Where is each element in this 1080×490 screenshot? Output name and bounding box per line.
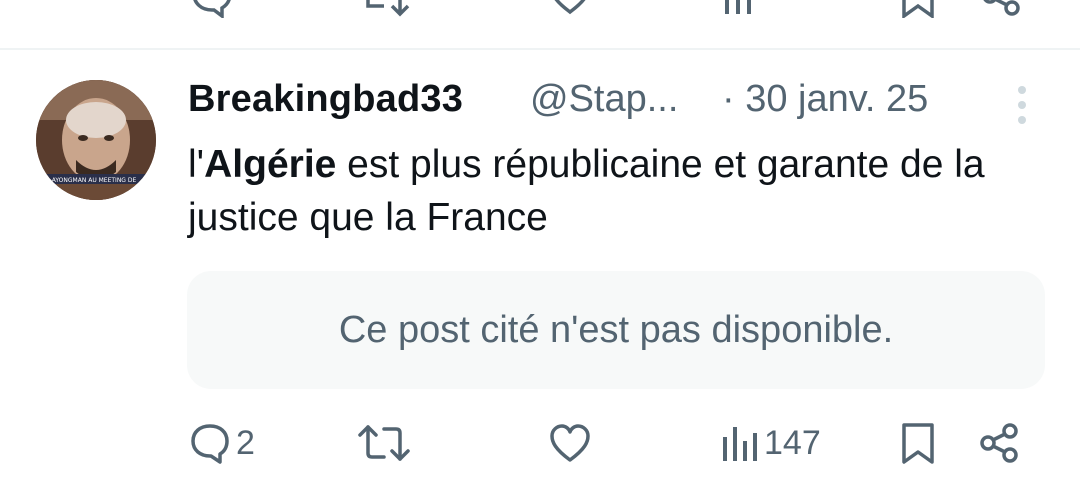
heart-icon[interactable] (548, 0, 592, 18)
previous-tweet-actions: 13 (0, 0, 1080, 18)
author-handle[interactable]: @Stap... (530, 78, 678, 121)
svg-text:E À AYONGMAN AU MEETING DE: E À AYONGMAN AU MEETING DE (40, 177, 136, 184)
previous-views-count: 13 (768, 0, 806, 7)
author-name[interactable]: Breakingbad33 (188, 78, 463, 121)
tweet-actions: 2 147 (0, 418, 1080, 468)
tweet-text-bold: Algérie (204, 143, 337, 186)
views-count: 147 (764, 423, 821, 462)
bookmark-icon (902, 423, 934, 464)
views-button[interactable]: 147 (720, 418, 821, 468)
share-icon (980, 423, 1018, 463)
bar-chart-icon (723, 427, 757, 461)
tweet-text-prefix: l' (188, 143, 205, 186)
comment-bubble-icon (191, 424, 229, 464)
share-icon[interactable] (980, 0, 1024, 18)
comment-bubble-icon[interactable] (190, 0, 234, 18)
reply-button[interactable]: 2 (188, 418, 255, 468)
repost-icon (358, 425, 410, 461)
quote-unavailable-box: Ce post cité n'est pas disponible. (187, 271, 1045, 389)
repost-icon[interactable] (356, 0, 412, 18)
reply-count: 2 (236, 423, 255, 462)
share-button[interactable] (978, 418, 1022, 468)
bar-chart-icon[interactable] (722, 0, 762, 18)
bookmark-button[interactable] (898, 418, 938, 468)
heart-icon (550, 424, 590, 462)
tweet-divider (0, 48, 1080, 50)
quote-unavailable-text: Ce post cité n'est pas disponible. (338, 308, 894, 351)
like-button[interactable] (548, 418, 592, 468)
repost-button[interactable] (356, 418, 412, 468)
avatar[interactable]: E À AYONGMAN AU MEETING DE (36, 80, 156, 200)
vertical-dots-icon[interactable] (1010, 84, 1034, 126)
tweet-text: l'Algérie est plus républicaine et garan… (188, 138, 1038, 244)
tweet-timestamp[interactable]: · 30 janv. 25 (722, 78, 928, 121)
bookmark-icon[interactable] (898, 0, 938, 18)
